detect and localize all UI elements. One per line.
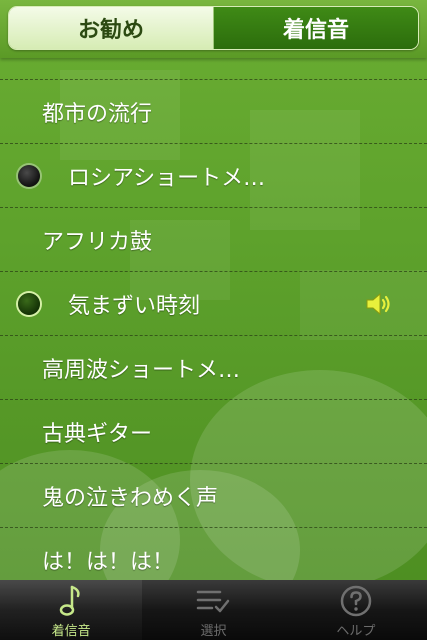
tab-label: ヘルプ [336,624,376,639]
ringtone-list: 都市の流行 ロシアショートメ… アフリカ鼓 気まずい時刻 高周波ショートメ… 古… [0,58,427,592]
music-note-icon [53,584,89,618]
checklist-icon [195,584,231,618]
list-item[interactable]: アフリカ鼓 [0,208,427,272]
list-item-label: ロシアショートメ… [68,165,266,191]
list-item[interactable]: 気まずい時刻 [0,272,427,336]
speaker-icon[interactable] [365,292,393,316]
tab-ringtones-bottom[interactable]: 着信音 [0,580,143,640]
list-item-label: は！は！は！ [42,550,175,575]
list-item-label: アフリカ鼓 [42,229,153,255]
radio-indicator[interactable] [18,164,40,187]
list-item[interactable]: 高周波ショートメ… [0,336,427,400]
list-item-label: 古典ギター [42,421,153,447]
tab-ringtones[interactable]: 着信音 [214,7,418,49]
radio-selected-indicator[interactable] [18,292,40,315]
list-item[interactable]: ロシアショートメ… [0,144,427,208]
tab-label: 選択 [200,624,227,639]
tab-select[interactable]: 選択 [142,580,284,640]
list-item-label: 都市の流行 [42,101,153,127]
list-item-label: 高周波ショートメ… [42,357,241,383]
help-icon [338,584,374,618]
tab-help[interactable]: ヘルプ [285,580,427,640]
tab-recommended[interactable]: お勧め [9,7,214,49]
list-item-label: 気まずい時刻 [68,293,201,319]
list-item-label: 鬼の泣きわめく声 [42,485,219,511]
tab-label: 着信音 [51,624,91,639]
list-item[interactable]: 鬼の泣きわめく声 [0,464,427,528]
segmented-control: お勧め 着信音 [8,6,419,50]
tab-bar: 着信音 選択 ヘルプ [0,580,427,640]
list-item[interactable]: 古典ギター [0,400,427,464]
list-item[interactable]: 都市の流行 [0,80,427,144]
list-spacer [0,58,427,80]
top-bar: お勧め 着信音 [0,0,427,58]
